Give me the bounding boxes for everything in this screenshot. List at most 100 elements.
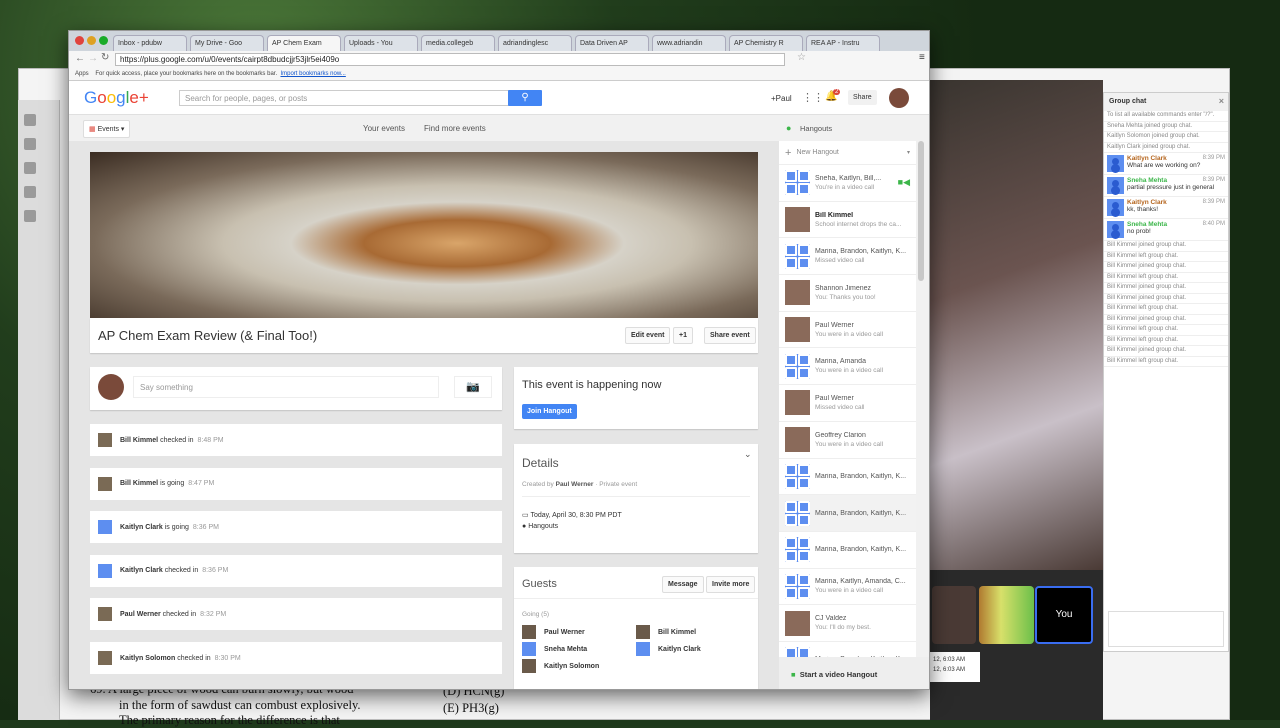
privacy-label: Private event: [599, 481, 638, 488]
start-video-hangout-button[interactable]: ■ Start a video Hangout: [779, 657, 929, 689]
hangout-item[interactable]: Shannon Jimenez You: Thanks you too!: [779, 275, 916, 312]
star-icon[interactable]: ☆: [797, 52, 806, 63]
chat-message: Kaitlyn Clark 8:39 PM kk, thanks!: [1104, 197, 1228, 219]
doc-line: The primary reason for the difference is…: [119, 713, 340, 727]
say-something-input[interactable]: Say something: [133, 376, 439, 398]
bookmarks-hint: For quick access, place your bookmarks h…: [95, 71, 278, 77]
hangout-item[interactable]: Marina, Brandon, Kaitlyn, K... Missed vid…: [779, 238, 916, 276]
share-button[interactable]: Share: [848, 90, 877, 105]
participant-thumbnail[interactable]: [979, 586, 1034, 644]
apps-link[interactable]: Apps: [75, 71, 89, 77]
chevron-down-icon[interactable]: ⌄: [744, 449, 752, 460]
page-icon[interactable]: [24, 138, 36, 150]
activity-name[interactable]: Bill Kimmel: [120, 437, 158, 444]
edit-event-button[interactable]: Edit event: [625, 327, 671, 344]
invite-more-button[interactable]: Invite more: [706, 576, 756, 593]
creator-name[interactable]: Paul Werner: [556, 481, 594, 488]
avatar[interactable]: [889, 88, 909, 108]
profile-link[interactable]: +Paul: [771, 94, 792, 103]
browser-tab[interactable]: adriandinglesc: [498, 35, 572, 51]
self-video-thumbnail[interactable]: You: [1035, 586, 1093, 644]
hangout-item[interactable]: Bill Kimmel School internet drops the ca.…: [779, 202, 916, 239]
browser-tab[interactable]: My Drive - Goo: [190, 35, 264, 51]
lock-icon[interactable]: [24, 114, 36, 126]
browser-tab[interactable]: Inbox - pdubw: [113, 35, 187, 51]
hangout-item[interactable]: Marina, Brandon, Kaitlyn, K...: [779, 459, 916, 496]
activity-name[interactable]: Kaitlyn Clark: [120, 524, 163, 531]
hangout-item[interactable]: Marina, Brandon, Kaitlyn, K...: [779, 642, 916, 657]
close-icon[interactable]: ×: [1219, 96, 1224, 106]
guest-item[interactable]: Bill Kimmel: [636, 625, 696, 639]
avatar: [522, 625, 536, 639]
layers-icon[interactable]: [24, 210, 36, 222]
hangout-item[interactable]: Marina, Brandon, Kaitlyn, K...: [779, 495, 916, 532]
guest-item[interactable]: Sneha Mehta: [522, 642, 587, 656]
reload-icon[interactable]: ↻: [101, 52, 109, 63]
browser-tab[interactable]: www.adriandin: [652, 35, 726, 51]
join-hangout-button[interactable]: Join Hangout: [522, 404, 577, 419]
browser-tab[interactable]: media.collegeb: [421, 35, 495, 51]
video-main-feed: [930, 80, 1103, 570]
activity-action: checked in: [164, 567, 199, 575]
dropdown-icon[interactable]: ▾: [907, 149, 910, 156]
activity-name[interactable]: Bill Kimmel: [120, 480, 158, 487]
hangout-item[interactable]: Paul Werner Missed video call: [779, 385, 916, 422]
hangout-item[interactable]: CJ Valdez You: I'll do my best.: [779, 605, 916, 642]
hangout-item[interactable]: Sneha, Kaitlyn, Bill,... You're in a vide…: [779, 165, 916, 202]
camera-icon[interactable]: 📷: [454, 376, 492, 398]
hangout-item[interactable]: Marina, Kaitlyn, Amanda, C... You were in…: [779, 569, 916, 606]
scrollbar[interactable]: [918, 141, 924, 281]
browser-tab[interactable]: AP Chem Exam: [267, 35, 341, 51]
chat-input[interactable]: [1108, 611, 1224, 647]
hangout-name: Marina, Brandon, Kaitlyn, K...: [815, 472, 907, 480]
forward-icon[interactable]: →: [88, 53, 98, 64]
event-title-bar: AP Chem Exam Review (& Final Too!) Edit …: [90, 318, 758, 353]
guest-item[interactable]: Kaitlyn Solomon: [522, 659, 599, 673]
activity-item: Kaitlyn Clark checked in 8:36 PM: [90, 554, 502, 587]
avatar: [522, 642, 536, 656]
close-window-button[interactable]: [75, 36, 84, 45]
search-button[interactable]: ⚲: [508, 90, 542, 106]
apps-grid-icon[interactable]: ⋮⋮: [802, 91, 824, 104]
activity-action: is going: [164, 523, 189, 531]
hangout-item[interactable]: Paul Werner You were in a video call: [779, 312, 916, 349]
activity-name[interactable]: Kaitlyn Solomon: [120, 655, 175, 662]
browser-tab[interactable]: Data Driven AP: [575, 35, 649, 51]
nav-your-events[interactable]: Your events: [363, 124, 405, 133]
guest-item[interactable]: Kaitlyn Clark: [636, 642, 701, 656]
hangout-status: You're in a video call: [815, 183, 875, 191]
new-hangout-button[interactable]: + New Hangout ▾: [779, 141, 916, 165]
hangout-name: Paul Werner: [815, 394, 854, 402]
bookmark-icon[interactable]: [24, 162, 36, 174]
google-plus-logo[interactable]: Google+: [84, 88, 149, 108]
avatar: [1107, 177, 1124, 194]
message-button[interactable]: Message: [662, 576, 704, 593]
guest-item[interactable]: Paul Werner: [522, 625, 585, 639]
system-message: Kaitlyn Clark joined group chat.: [1104, 143, 1228, 153]
hangout-item[interactable]: Marina, Brandon, Kaitlyn, K...: [779, 532, 916, 569]
share-event-button[interactable]: Share event: [704, 327, 756, 344]
events-menu[interactable]: ▦ Events ▾: [83, 120, 131, 138]
menu-icon[interactable]: ≡: [919, 52, 925, 63]
hangout-item[interactable]: Marina, Amanda You were in a video call: [779, 348, 916, 386]
import-bookmarks-link[interactable]: Import bookmarks now...: [280, 71, 345, 77]
back-icon[interactable]: ←: [75, 53, 85, 64]
browser-tab[interactable]: REA AP - Instru: [806, 35, 880, 51]
activity-name[interactable]: Kaitlyn Clark: [120, 567, 163, 574]
activity-name[interactable]: Paul Werner: [120, 611, 161, 618]
address-bar[interactable]: https://plus.google.com/u/0/events/cairp…: [115, 53, 785, 66]
hangout-item[interactable]: Geoffrey Clarion You were in a video call: [779, 422, 916, 459]
system-message: Bill Kimmel joined group chat.: [1104, 241, 1228, 252]
search-input[interactable]: Search for people, pages, or posts: [179, 90, 509, 106]
event-time: ▭ Today, April 30, 8:30 PM PDT: [522, 511, 622, 519]
nav-find-more-events[interactable]: Find more events: [424, 124, 486, 133]
browser-tab[interactable]: AP Chemistry R: [729, 35, 803, 51]
browser-tab[interactable]: Uploads - You: [344, 35, 418, 51]
minimize-window-button[interactable]: [87, 36, 96, 45]
attachment-icon[interactable]: [24, 186, 36, 198]
video-camera-icon[interactable]: ■◀: [898, 177, 910, 188]
plus-one-button[interactable]: +1: [673, 327, 693, 344]
system-message: To list all available commands enter "/?…: [1104, 111, 1228, 122]
participant-thumbnail[interactable]: [932, 586, 976, 644]
zoom-window-button[interactable]: [99, 36, 108, 45]
